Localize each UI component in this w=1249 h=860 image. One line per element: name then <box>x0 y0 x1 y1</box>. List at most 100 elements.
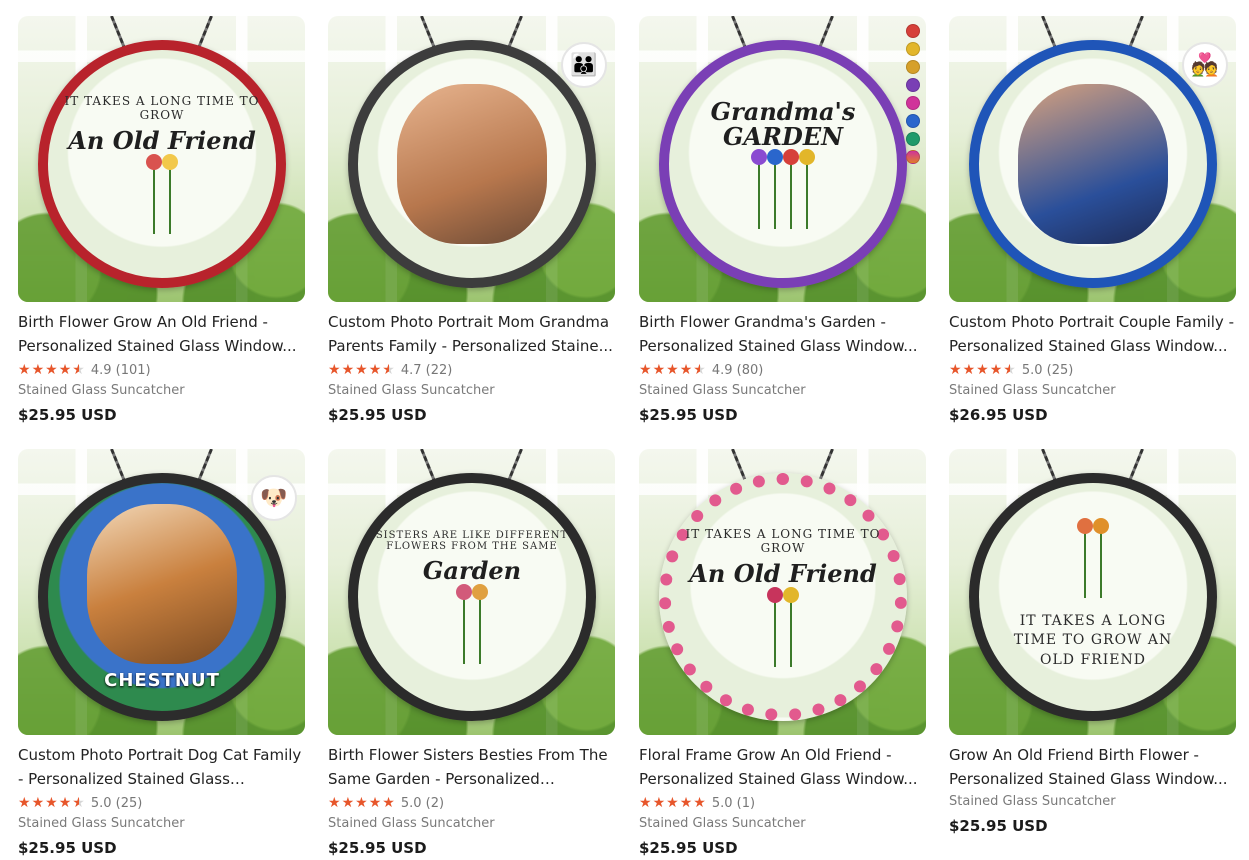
product-rating: ★ ★ ★ ★ ★ 4.7 (22) <box>328 360 615 380</box>
star-rating-icon: ★ ★ ★ ★ ★ <box>639 795 706 811</box>
review-count: (1) <box>736 795 756 811</box>
art-title: Grandma's GARDEN <box>710 96 856 151</box>
rating-value: 4.7 <box>400 362 422 378</box>
review-count: (25) <box>115 795 143 811</box>
product-title[interactable]: Grow An Old Friend Birth Flower - Person… <box>949 743 1236 791</box>
color-swatch[interactable] <box>906 78 920 92</box>
rating-value: 5.0 <box>711 795 733 811</box>
product-image[interactable]: 💑 <box>949 16 1236 302</box>
art-arc-text: Sisters are like different flowers from … <box>375 530 569 553</box>
product-title[interactable]: Birth Flower Grandma's Garden - Personal… <box>639 310 926 358</box>
product-title[interactable]: Custom Photo Portrait Mom Grandma Parent… <box>328 310 615 358</box>
color-swatch[interactable] <box>906 150 920 164</box>
product-card[interactable]: 👪 Custom Photo Portrait Mom Grandma Pare… <box>328 16 615 426</box>
product-card[interactable]: It takes a long time to grow an old frie… <box>949 449 1236 837</box>
product-card[interactable]: Sisters are like different flowers from … <box>328 449 615 859</box>
product-rating: ★ ★ ★ ★ ★ 4.9 (101) <box>18 360 305 380</box>
art-title: Garden <box>422 556 522 586</box>
color-swatch[interactable] <box>906 96 920 110</box>
suncatcher-art <box>969 40 1217 288</box>
color-swatch-palette[interactable] <box>906 24 920 164</box>
star-rating-icon: ★ ★ ★ ★ ★ <box>328 795 395 811</box>
product-rating: ★ ★ ★ ★ ★ 5.0 (25) <box>949 360 1236 380</box>
product-card[interactable]: Grandma's GARDEN Birth Flower Grandma's … <box>639 16 926 426</box>
color-swatch[interactable] <box>906 42 920 56</box>
color-swatch[interactable] <box>906 24 920 38</box>
color-swatch[interactable] <box>906 114 920 128</box>
product-category: Stained Glass Suncatcher <box>328 383 495 398</box>
star-rating-icon: ★ ★ ★ ★ ★ <box>639 362 706 378</box>
product-title[interactable]: Birth Flower Grow An Old Friend - Person… <box>18 310 305 358</box>
product-rating: ★ ★ ★ ★ ★ 5.0 (1) <box>639 793 926 813</box>
product-rating: ★ ★ ★ ★ ★ 5.0 (25) <box>18 793 305 813</box>
color-swatch[interactable] <box>906 60 920 74</box>
product-price: $25.95 USD <box>328 406 427 424</box>
review-count: (101) <box>115 362 151 378</box>
product-price: $25.95 USD <box>639 839 738 857</box>
product-image[interactable]: It takes a long time to grow an old frie… <box>949 449 1236 735</box>
star-rating-icon: ★ ★ ★ ★ ★ <box>949 362 1016 378</box>
review-count: (22) <box>425 362 453 378</box>
product-card[interactable]: 💑 Custom Photo Portrait Couple Family - … <box>949 16 1236 426</box>
portrait-illustration <box>87 503 237 664</box>
photo-thumbnail-icon: 👪 <box>561 42 607 88</box>
product-category: Stained Glass Suncatcher <box>18 383 185 398</box>
art-arc-text: It takes a long time to grow <box>64 94 260 123</box>
product-image[interactable]: It takes a long time to grow An Old Frie… <box>639 449 926 735</box>
product-category: Stained Glass Suncatcher <box>18 816 185 831</box>
art-title: An Old Friend <box>68 126 256 156</box>
product-title[interactable]: Custom Photo Portrait Dog Cat Family - P… <box>18 743 305 791</box>
product-rating: ★ ★ ★ ★ ★ 4.9 (80) <box>639 360 926 380</box>
star-rating-icon: ★ ★ ★ ★ ★ <box>18 795 85 811</box>
star-rating-icon: ★ ★ ★ ★ ★ <box>328 362 395 378</box>
product-image[interactable]: Sisters are like different flowers from … <box>328 449 615 735</box>
product-title[interactable]: Custom Photo Portrait Couple Family - Pe… <box>949 310 1236 358</box>
photo-thumbnail-icon: 🐶 <box>251 475 297 521</box>
rating-value: 5.0 <box>400 795 422 811</box>
product-title[interactable]: Floral Frame Grow An Old Friend - Person… <box>639 743 926 791</box>
suncatcher-art: CHESTNUT <box>38 473 286 721</box>
review-count: (2) <box>425 795 445 811</box>
product-title[interactable]: Birth Flower Sisters Besties From The Sa… <box>328 743 615 791</box>
color-swatch[interactable] <box>906 132 920 146</box>
product-card[interactable]: CHESTNUT 🐶 Custom Photo Portrait Dog Cat… <box>18 449 305 859</box>
rating-value: 5.0 <box>90 795 112 811</box>
product-category: Stained Glass Suncatcher <box>328 816 495 831</box>
product-image[interactable]: Grandma's GARDEN <box>639 16 926 302</box>
suncatcher-art: Sisters are like different flowers from … <box>348 473 596 721</box>
product-price: $25.95 USD <box>639 406 738 424</box>
product-price: $25.95 USD <box>18 406 117 424</box>
suncatcher-art: Grandma's GARDEN <box>659 40 907 288</box>
portrait-illustration <box>397 84 547 244</box>
portrait-illustration <box>1018 84 1168 244</box>
product-category: Stained Glass Suncatcher <box>949 794 1116 809</box>
star-rating-icon: ★ ★ ★ ★ ★ <box>18 362 85 378</box>
product-price: $25.95 USD <box>18 839 117 857</box>
suncatcher-art: It takes a long time to grow an old frie… <box>969 473 1217 721</box>
product-image[interactable]: CHESTNUT 🐶 <box>18 449 305 735</box>
product-price: $25.95 USD <box>949 817 1048 835</box>
rating-value: 4.9 <box>711 362 733 378</box>
product-category: Stained Glass Suncatcher <box>639 383 806 398</box>
review-count: (80) <box>736 362 764 378</box>
rating-value: 4.9 <box>90 362 112 378</box>
product-category: Stained Glass Suncatcher <box>949 383 1116 398</box>
art-title: It takes a long time to grow an old frie… <box>1013 612 1173 668</box>
art-title: An Old Friend <box>689 559 877 589</box>
pet-name-label: CHESTNUT <box>104 669 220 691</box>
product-rating: ★ ★ ★ ★ ★ 5.0 (2) <box>328 793 615 813</box>
art-arc-text: It takes a long time to grow <box>685 527 881 556</box>
suncatcher-art: It takes a long time to grow An Old Frie… <box>38 40 286 288</box>
suncatcher-art: It takes a long time to grow An Old Frie… <box>659 473 907 721</box>
product-image[interactable]: It takes a long time to grow An Old Frie… <box>18 16 305 302</box>
product-grid: It takes a long time to grow An Old Frie… <box>0 0 1249 860</box>
rating-value: 5.0 <box>1021 362 1043 378</box>
product-image[interactable]: 👪 <box>328 16 615 302</box>
product-card[interactable]: It takes a long time to grow An Old Frie… <box>639 449 926 859</box>
review-count: (25) <box>1046 362 1074 378</box>
photo-thumbnail-icon: 💑 <box>1182 42 1228 88</box>
product-price: $26.95 USD <box>949 406 1048 424</box>
suncatcher-art <box>348 40 596 288</box>
product-category: Stained Glass Suncatcher <box>639 816 806 831</box>
product-card[interactable]: It takes a long time to grow An Old Frie… <box>18 16 305 426</box>
